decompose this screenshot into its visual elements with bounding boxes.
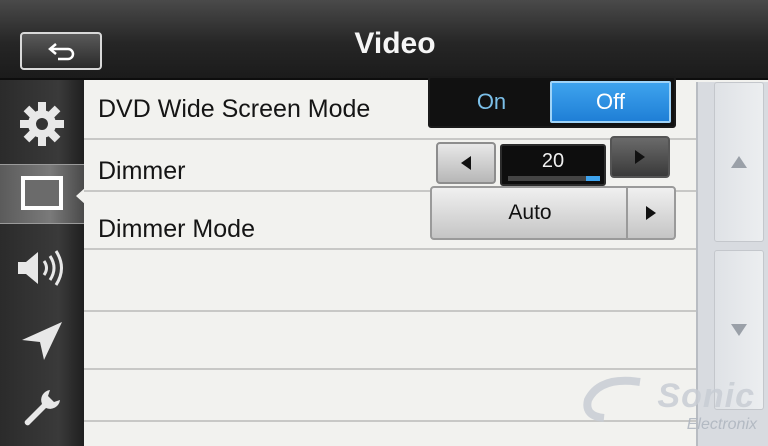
dimmer-mode-label: Dimmer Mode (98, 215, 255, 243)
triangle-left-icon (461, 156, 471, 170)
title-bar: Video (0, 0, 768, 80)
sidebar-item-navigation[interactable] (0, 310, 84, 370)
triangle-right-icon (635, 150, 645, 164)
dimmer-increase-button[interactable] (610, 136, 670, 178)
dimmer-mode-select[interactable]: Auto (430, 186, 676, 240)
scroll-panel (696, 82, 768, 446)
sidebar-item-tools[interactable] (0, 378, 84, 438)
sidebar-item-audio[interactable] (0, 238, 84, 298)
back-button[interactable] (20, 32, 102, 70)
scroll-down-button[interactable] (714, 250, 764, 410)
dimmer-value: 20 (541, 150, 565, 172)
video-settings-screen: Video DVD Wide Screen Mode On Off Dimmer… (0, 0, 768, 446)
dimmer-mode-value: Auto (508, 201, 552, 224)
dimmer-value-display: 20 (500, 144, 606, 186)
wide-screen-toggle: On Off (428, 76, 676, 128)
sidebar-item-video[interactable] (0, 164, 86, 224)
empty-row (84, 312, 696, 370)
back-arrow-icon (48, 43, 75, 61)
dimmer-decrease-button[interactable] (436, 142, 496, 184)
settings-list: DVD Wide Screen Mode On Off Dimmer 20 Di… (84, 76, 696, 446)
wide-screen-row: DVD Wide Screen Mode On Off (84, 76, 696, 140)
wide-screen-label: DVD Wide Screen Mode (98, 95, 371, 123)
sidebar-item-settings[interactable] (0, 94, 84, 154)
scroll-up-button[interactable] (714, 82, 764, 242)
triangle-down-icon (731, 324, 747, 336)
gear-icon (20, 102, 64, 146)
triangle-up-icon (731, 156, 747, 168)
empty-row (84, 370, 696, 422)
empty-row (84, 250, 696, 312)
category-sidebar (0, 80, 86, 446)
wide-screen-on-option[interactable]: On (433, 81, 550, 123)
dimmer-level-fill (586, 176, 600, 181)
dimmer-label: Dimmer (98, 157, 186, 185)
speaker-icon (18, 250, 63, 286)
page-title: Video (354, 27, 436, 60)
wide-screen-off-option[interactable]: Off (550, 81, 671, 123)
dimmer-level-bar (508, 176, 600, 181)
wrench-icon (24, 390, 60, 426)
dimmer-mode-arrow (626, 188, 674, 238)
triangle-right-icon (646, 206, 656, 220)
navigation-arrow-icon (22, 322, 62, 360)
screen-icon (21, 176, 63, 210)
